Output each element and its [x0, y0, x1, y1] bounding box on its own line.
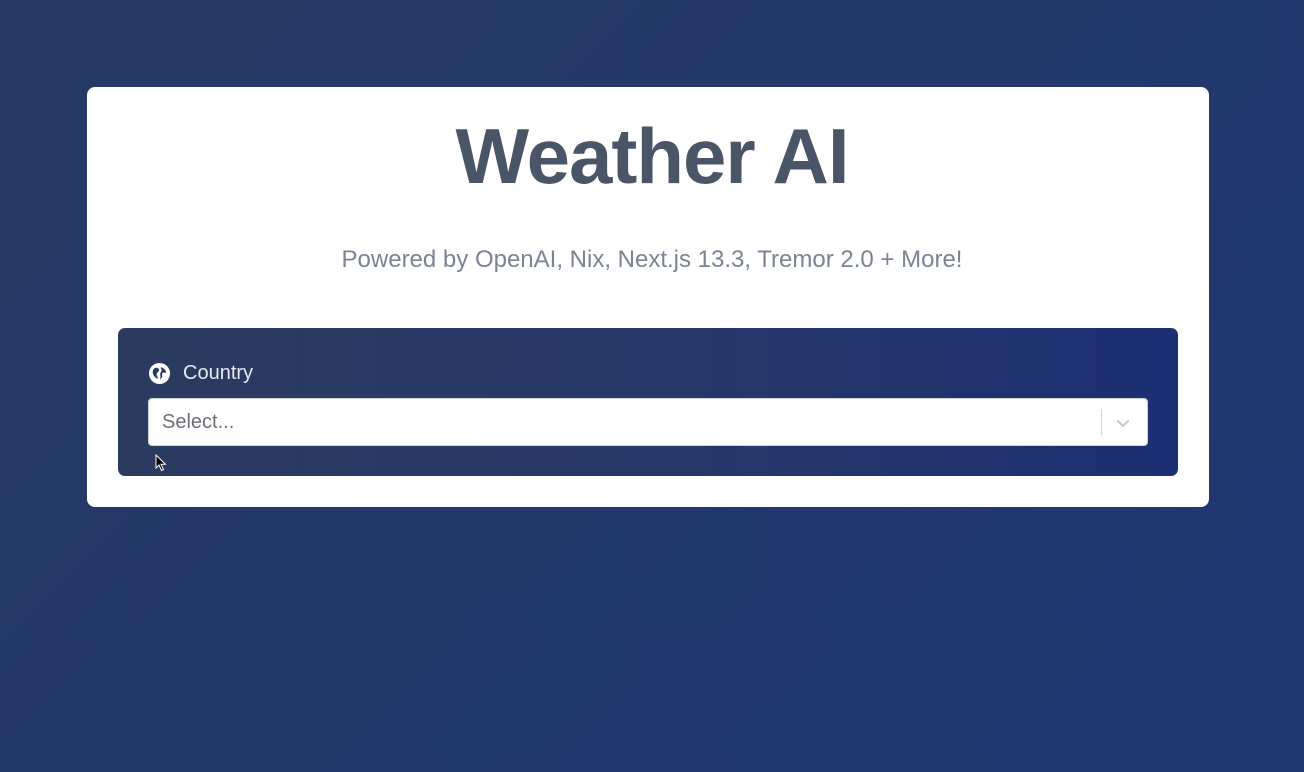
select-separator: [1101, 409, 1102, 435]
globe-icon: [148, 362, 171, 385]
chevron-down-icon[interactable]: [1113, 413, 1133, 433]
page-title: Weather AI: [455, 112, 849, 200]
page-subtitle: Powered by OpenAI, Nix, Next.js 13.3, Tr…: [341, 246, 963, 273]
country-field-label: Country: [148, 360, 253, 386]
mouse-cursor-icon: [155, 453, 167, 472]
country-select[interactable]: Select...: [148, 398, 1148, 446]
country-label: Country: [183, 362, 254, 384]
country-select-placeholder: Select...: [162, 411, 235, 433]
